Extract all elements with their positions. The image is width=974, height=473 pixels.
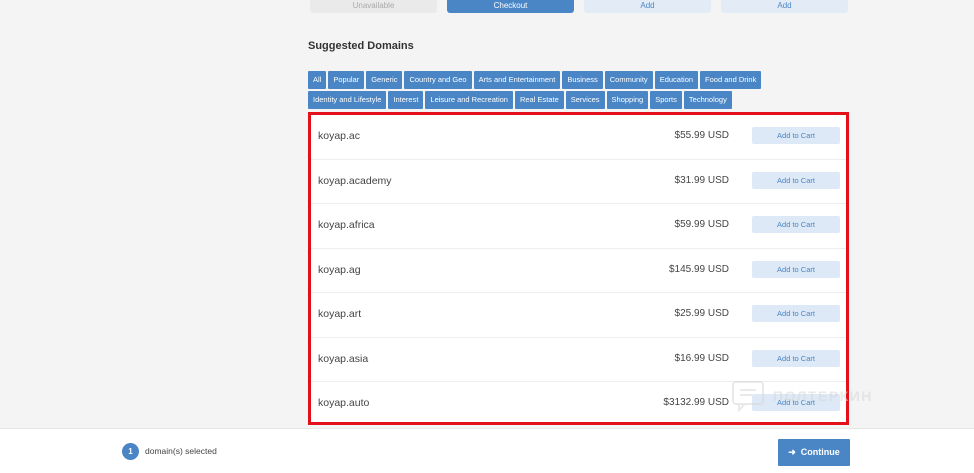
domain-name: koyap.africa: [318, 219, 375, 231]
filter-row: All Popular Generic Country and Geo Arts and…: [308, 71, 848, 89]
filter-business[interactable]: Business: [562, 71, 603, 89]
domain-row: koyap.ac $55.99 USD Add to Cart: [311, 115, 846, 160]
filter-sports[interactable]: Sports: [650, 91, 682, 109]
filter-arts-and-entertainment[interactable]: Arts and Entertainment: [473, 71, 561, 89]
continue-label: Continue: [800, 447, 840, 457]
filter-row: Identity and Lifestyle Interest Leisure an…: [308, 91, 848, 109]
filter-leisure-and-recreation[interactable]: Leisure and Recreation: [425, 91, 513, 109]
top-action-row: Unavailable Checkout Add Add: [0, 0, 974, 14]
filter-interest[interactable]: Interest: [388, 91, 424, 109]
domain-name: koyap.auto: [318, 397, 370, 409]
add-button-1[interactable]: Add: [584, 0, 711, 13]
add-to-cart-button[interactable]: Add to Cart: [752, 171, 840, 189]
domain-name: koyap.art: [318, 308, 362, 320]
filter-services[interactable]: Services: [565, 91, 605, 109]
domain-name: koyap.asia: [318, 352, 369, 365]
add-to-cart-button[interactable]: Add to Cart: [752, 216, 840, 233]
domain-name: koyap.ac: [318, 130, 361, 142]
continue-button[interactable]: ➜ Continue: [778, 439, 850, 466]
domain-row: koyap.ag $145.99 USD Add to Cart: [311, 249, 846, 293]
filter-technology[interactable]: Technology: [683, 91, 732, 109]
domain-row: koyap.academy $31.99 USD Add to Cart: [311, 160, 846, 204]
domain-price: $59.99 USD: [674, 219, 729, 230]
domain-price: $16.99 USD: [674, 352, 729, 364]
unavailable-button: Unavailable: [310, 0, 437, 13]
suggested-domains-title: Suggested Domains: [308, 40, 414, 52]
selection-footer: 1 domain(s) selected ➜ Continue: [0, 428, 974, 473]
domain-price: $3132.99 USD: [663, 397, 729, 408]
filter-shopping[interactable]: Shopping: [606, 91, 649, 109]
filter-all[interactable]: All: [308, 71, 327, 89]
add-to-cart-button[interactable]: Add to Cart: [752, 305, 840, 322]
watermark-text: ПОЛТЕРКИН: [773, 388, 873, 404]
watermark-logo-icon: [732, 381, 764, 412]
domain-price: $25.99 USD: [674, 308, 729, 319]
domain-name: koyap.ag: [318, 263, 361, 276]
filter-education[interactable]: Education: [654, 71, 699, 89]
add-to-cart-button[interactable]: Add to Cart: [752, 127, 840, 144]
add-to-cart-button[interactable]: Add to Cart: [752, 260, 840, 278]
selected-count-badge: 1: [122, 443, 139, 460]
domain-row: koyap.asia $16.99 USD Add to Cart: [311, 338, 846, 382]
checkout-button[interactable]: Checkout: [447, 0, 574, 13]
add-button-2[interactable]: Add: [721, 0, 848, 13]
filter-food-and-drink[interactable]: Food and Drink: [700, 71, 762, 89]
filter-generic[interactable]: Generic: [366, 71, 403, 89]
arrow-right-icon: ➜: [788, 447, 796, 457]
domain-name: koyap.academy: [318, 174, 392, 187]
filter-real-estate[interactable]: Real Estate: [514, 91, 564, 109]
add-to-cart-button[interactable]: Add to Cart: [752, 349, 840, 367]
domain-row: koyap.africa $59.99 USD Add to Cart: [311, 204, 846, 249]
domain-price: $145.99 USD: [668, 263, 729, 275]
domain-price: $31.99 USD: [674, 174, 729, 186]
filter-identity-and-lifestyle[interactable]: Identity and Lifestyle: [308, 91, 387, 109]
category-filters: All Popular Generic Country and Geo Arts and…: [308, 71, 848, 111]
filter-community[interactable]: Community: [604, 71, 653, 89]
suggested-domains-list: koyap.ac $55.99 USD Add to Cart koyap.acade…: [308, 112, 849, 425]
domain-row: koyap.art $25.99 USD Add to Cart: [311, 293, 846, 338]
selected-label: domain(s) selected: [145, 446, 217, 456]
domain-price: $55.99 USD: [674, 130, 729, 141]
watermark: ПОЛТЕРКИН: [731, 380, 926, 412]
filter-country-and-geo[interactable]: Country and Geo: [404, 71, 472, 89]
filter-popular[interactable]: Popular: [328, 71, 365, 89]
